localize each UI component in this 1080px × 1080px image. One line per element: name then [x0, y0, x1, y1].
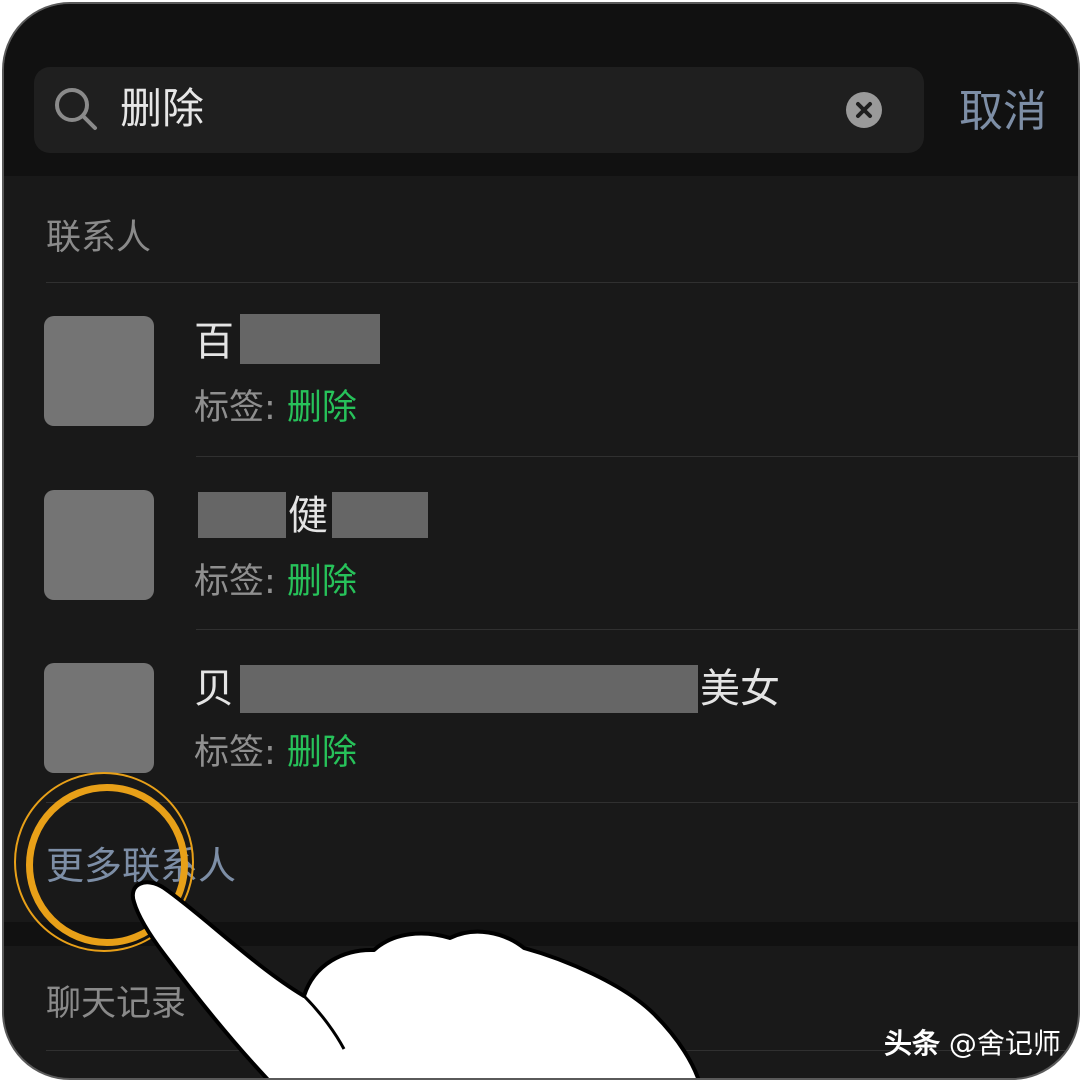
watermark-handle: @舍记师 — [948, 1027, 1061, 1060]
app-frame: 删除 取消 联系人 百 标签: 删除 健 标签: 删除 贝 美女 标签: 删除 … — [2, 2, 1080, 1080]
tap-hand-icon — [130, 880, 701, 1078]
watermark-brand: 头条 — [884, 1027, 941, 1060]
watermark: 头条 @舍记师 — [884, 1024, 1061, 1064]
